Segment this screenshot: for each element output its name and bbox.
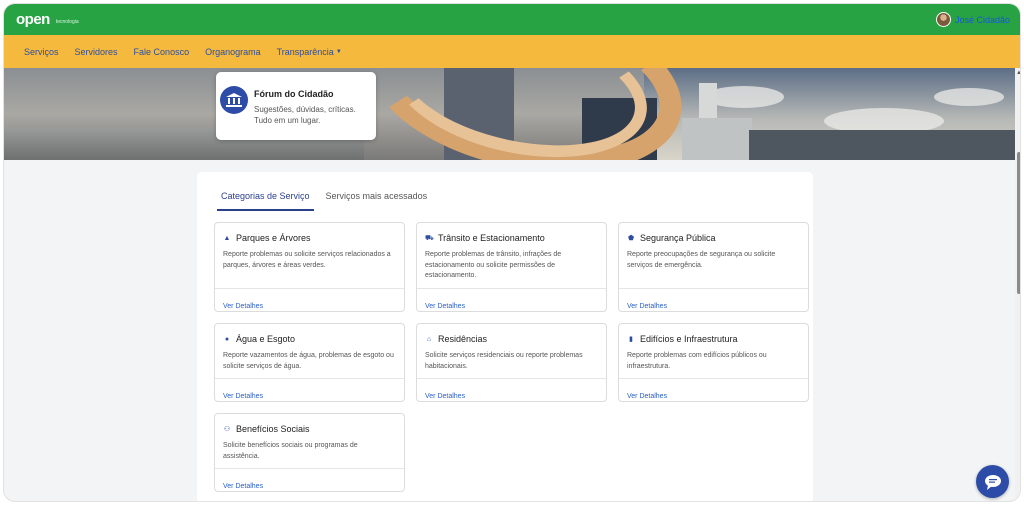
card-title: Água e Esgoto — [236, 334, 296, 344]
details-link[interactable]: Ver Detalhes — [627, 303, 667, 310]
home-icon: ⌂ — [426, 335, 432, 343]
scrollbar-thumb[interactable] — [1017, 152, 1020, 294]
category-card[interactable]: ⛟ Trânsito e Estacionamento Reporte probl… — [416, 222, 607, 312]
nav-label: Servidores — [74, 46, 118, 57]
user-menu[interactable]: José Cidadão — [935, 12, 1010, 27]
details-link[interactable]: Ver Detalhes — [425, 393, 465, 400]
details-link[interactable]: Ver Detalhes — [223, 393, 263, 400]
category-card[interactable]: ▲ Parques e Árvores Reporte problemas ou … — [214, 222, 405, 312]
people-icon: ⚇ — [223, 426, 231, 433]
logo-subtext: tecnologia — [55, 19, 79, 25]
card-footer: Ver Detalhes — [417, 378, 606, 401]
card-title: Benefícios Sociais — [236, 424, 310, 434]
category-card[interactable]: ▮ Edifícios e Infraestrutura Reporte prob… — [618, 323, 809, 402]
card-footer: Ver Detalhes — [619, 288, 808, 311]
tab-categorias[interactable]: Categorias de Serviço — [217, 191, 314, 211]
tab-mais-acessados[interactable]: Serviços mais acessados — [322, 191, 432, 211]
nav-item-fale-conosco[interactable]: Fale Conosco — [134, 47, 190, 57]
hero-banner — [4, 68, 1015, 160]
logo-text: open — [16, 11, 50, 28]
card-footer: Ver Detalhes — [417, 288, 606, 311]
services-panel: Categorias de Serviço Serviços mais aces… — [197, 172, 813, 501]
forum-line2: Tudo em um lugar. — [254, 116, 321, 125]
card-title: Segurança Pública — [640, 233, 716, 243]
card-footer: Ver Detalhes — [619, 378, 808, 401]
tree-icon: ▲ — [223, 234, 231, 242]
details-link[interactable]: Ver Detalhes — [223, 483, 263, 490]
tab-bar: Categorias de Serviço Serviços mais aces… — [217, 191, 431, 211]
forum-line1: Sugestões, dúvidas, críticas. — [254, 105, 356, 114]
details-link[interactable]: Ver Detalhes — [425, 303, 465, 310]
chevron-down-icon: ▼ — [335, 48, 342, 55]
card-footer: Ver Detalhes — [215, 288, 404, 311]
water-drop-icon: ● — [224, 335, 230, 343]
avatar — [935, 12, 951, 27]
card-description: Reporte problemas ou solicite serviços r… — [223, 251, 391, 269]
chat-button[interactable] — [976, 465, 1009, 498]
card-title: Residências — [438, 334, 488, 344]
details-link[interactable]: Ver Detalhes — [627, 393, 667, 400]
nav-label: Transparência — [276, 46, 334, 57]
institution-icon — [220, 86, 248, 114]
details-link[interactable]: Ver Detalhes — [223, 303, 263, 310]
card-footer: Ver Detalhes — [215, 378, 404, 401]
category-card[interactable]: ⌂ Residências Solicite serviços residenci… — [416, 323, 607, 402]
nav-item-servicos[interactable]: Serviços — [24, 47, 59, 57]
main-nav: Serviços Servidores Fale Conosco Organog… — [4, 35, 1020, 68]
hero-cloud — [934, 88, 1004, 106]
hero-building — [682, 118, 752, 160]
nav-label: Organograma — [205, 46, 261, 57]
nav-item-transparencia[interactable]: Transparência ▼ — [277, 47, 342, 57]
card-title: Parques e Árvores — [236, 233, 311, 243]
hero-building — [749, 130, 1015, 160]
scrollbar[interactable]: ▲ — [1015, 68, 1020, 501]
card-description: Solicite benefícios sociais ou programas… — [223, 442, 358, 460]
car-icon: ⛟ — [425, 234, 434, 242]
logo[interactable]: open tecnologia — [16, 11, 79, 28]
category-card[interactable]: ⬟ Segurança Pública Reporte preocupações … — [618, 222, 809, 312]
category-card[interactable]: ● Água e Esgoto Reporte vazamentos de águ… — [214, 323, 405, 402]
card-description: Solicite serviços residenciais ou report… — [425, 352, 583, 370]
nav-label: Fale Conosco — [133, 46, 190, 57]
shield-icon: ⬟ — [627, 235, 635, 242]
scroll-up-icon[interactable]: ▲ — [1016, 70, 1020, 76]
nav-item-organograma[interactable]: Organograma — [205, 47, 261, 57]
card-footer: Ver Detalhes — [215, 468, 404, 491]
card-title: Edifícios e Infraestrutura — [640, 334, 738, 344]
building-icon: ▮ — [629, 336, 633, 343]
nav-item-servidores[interactable]: Servidores — [75, 47, 118, 57]
card-description: Reporte preocupações de segurança ou sol… — [627, 251, 776, 269]
top-bar: open tecnologia José Cidadão — [4, 4, 1020, 35]
forum-title: Fórum do Cidadão — [254, 89, 334, 99]
chat-icon — [984, 474, 1001, 490]
card-description: Reporte vazamentos de água, problemas de… — [223, 352, 394, 370]
card-description: Reporte problemas com edifícios públicos… — [627, 352, 767, 370]
browser-frame: open tecnologia José Cidadão Serviços Se… — [3, 3, 1021, 502]
user-name: José Cidadão — [954, 14, 1010, 25]
forum-card[interactable]: Fórum do Cidadão Sugestões, dúvidas, crí… — [216, 72, 376, 140]
card-title: Trânsito e Estacionamento — [438, 233, 545, 243]
nav-label: Serviços — [24, 46, 59, 57]
forum-card-text: Fórum do Cidadão Sugestões, dúvidas, crí… — [254, 87, 356, 140]
category-card[interactable]: ⚇ Benefícios Sociais Solicite benefícios … — [214, 413, 405, 492]
card-description: Reporte problemas de trânsito, infrações… — [425, 251, 562, 279]
